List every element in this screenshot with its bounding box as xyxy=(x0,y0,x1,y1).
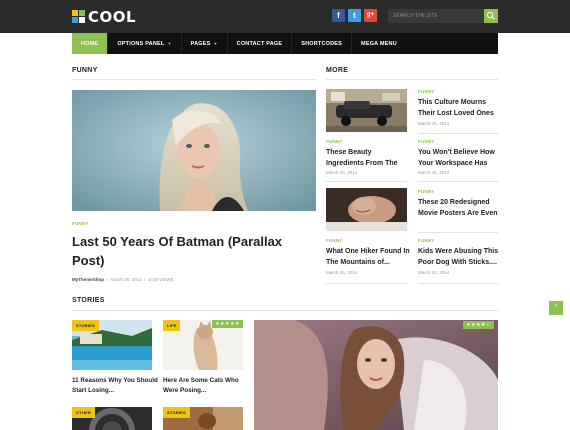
search-button[interactable] xyxy=(484,9,498,23)
facebook-icon[interactable]: f xyxy=(332,9,345,22)
nav-home[interactable]: HOME xyxy=(72,33,109,54)
post-date: March 26, 2014 xyxy=(110,277,142,282)
divider xyxy=(326,79,498,80)
site-logo[interactable]: COOL xyxy=(72,7,137,26)
nav-mega-menu-label: MEGA MENU xyxy=(361,40,397,47)
main-nav: HOME OPTIONS PANEL ▼ PAGES ▼ CONTACT PAGE … xyxy=(72,33,498,54)
meta-separator: / xyxy=(144,277,146,282)
story-tag[interactable]: STORIES xyxy=(72,320,99,331)
nav-home-label: HOME xyxy=(81,40,99,47)
divider xyxy=(418,232,498,233)
nav-pages[interactable]: PAGES ▼ xyxy=(182,33,228,54)
post-title[interactable]: You Won't Believe How Your Workspace Has xyxy=(418,147,502,169)
post-date: March 26, 2014 xyxy=(418,121,450,126)
rating-stars: ★★★★☆ xyxy=(463,321,494,329)
category-label[interactable]: FUNNY xyxy=(418,139,435,144)
divider xyxy=(72,79,316,80)
back-to-top-button[interactable]: ^ xyxy=(549,301,563,315)
featured-story-image[interactable]: ★★★★☆ xyxy=(254,320,498,430)
story-title[interactable]: Here Are Some Cats Who Were Posing... xyxy=(163,376,249,396)
search-input[interactable] xyxy=(388,9,484,23)
car-photo xyxy=(326,89,407,132)
post-author[interactable]: MyThemeShop xyxy=(72,277,104,282)
post-meta: MyThemeShop / March 26, 2014 / 4726 VIEW… xyxy=(72,277,174,282)
search-icon xyxy=(486,11,495,20)
google-plus-icon[interactable]: g+ xyxy=(364,9,377,22)
post-title[interactable]: What One Hiker Found In The Mountains of… xyxy=(326,246,410,268)
section-title-funny: FUNNY xyxy=(72,67,98,74)
divider xyxy=(418,133,498,134)
divider xyxy=(326,181,407,182)
section-title-more: MORE xyxy=(326,67,349,74)
nav-contact-page[interactable]: CONTACT PAGE xyxy=(228,33,293,54)
divider xyxy=(72,310,498,311)
hero-image[interactable] xyxy=(72,90,316,211)
story-thumbnail[interactable]: STORIES xyxy=(163,407,243,430)
post-date: March 26, 2014 xyxy=(418,270,450,275)
chevron-down-icon: ▼ xyxy=(167,41,172,46)
rating-stars: ★★★★★ xyxy=(212,320,243,328)
category-label[interactable]: FUNNY xyxy=(418,89,435,94)
post-date: March 26, 2014 xyxy=(418,170,450,175)
baby-photo xyxy=(326,188,407,231)
story-thumbnail[interactable]: OTHER xyxy=(72,407,152,430)
post-title[interactable]: This Culture Mourns Their Lost Loved One… xyxy=(418,97,502,119)
post-title[interactable]: These 20 Redesigned Movie Posters Are Ev… xyxy=(418,197,502,219)
nav-pages-label: PAGES xyxy=(190,40,211,47)
logo-text: COOL xyxy=(88,7,137,26)
divider xyxy=(418,283,498,284)
category-label[interactable]: FUNNY xyxy=(326,139,343,144)
post-date: March 26, 2014 xyxy=(326,170,358,175)
featured-photo xyxy=(254,320,498,430)
story-tag[interactable]: OTHER xyxy=(72,407,95,418)
chevron-down-icon: ▼ xyxy=(213,41,218,46)
hero-post-title[interactable]: Last 50 Years Of Batman (Parallax Post) xyxy=(72,232,316,270)
story-tag[interactable]: LIFE xyxy=(163,320,181,331)
hero-photo xyxy=(72,90,316,211)
post-views: 4726 VIEWS xyxy=(147,277,174,282)
post-title[interactable]: Kids Were Abusing This Poor Dog With Sti… xyxy=(418,246,502,268)
meta-separator: / xyxy=(106,277,108,282)
post-thumbnail[interactable] xyxy=(326,89,407,132)
post-date: March 26, 2014 xyxy=(326,270,358,275)
twitter-icon[interactable]: t xyxy=(348,9,361,22)
section-title-stories: STORIES xyxy=(72,297,105,304)
divider xyxy=(418,181,498,182)
nav-options-panel-label: OPTIONS PANEL xyxy=(117,40,165,47)
story-title[interactable]: 11 Reasons Why You Should Start Losing..… xyxy=(72,376,158,396)
story-tag[interactable]: STORIES xyxy=(163,407,190,418)
arrow-up-icon: ^ xyxy=(554,304,558,311)
nav-mega-menu[interactable]: MEGA MENU xyxy=(352,33,406,54)
logo-mark-icon xyxy=(72,10,85,23)
category-label[interactable]: FUNNY xyxy=(418,238,435,243)
story-thumbnail[interactable]: STORIES xyxy=(72,320,152,370)
category-label[interactable]: FUNNY xyxy=(326,238,343,243)
post-title[interactable]: These Beauty Ingredients From The xyxy=(326,147,410,169)
story-thumbnail[interactable]: LIFE ★★★★★ xyxy=(163,320,243,370)
search-form xyxy=(388,9,498,23)
category-label[interactable]: FUNNY xyxy=(418,189,435,194)
post-thumbnail[interactable] xyxy=(326,188,407,231)
nav-shortcodes-label: SHORTCODES xyxy=(301,40,343,47)
category-label[interactable]: FUNNY xyxy=(72,221,89,226)
nav-options-panel[interactable]: OPTIONS PANEL ▼ xyxy=(108,33,182,54)
nav-contact-page-label: CONTACT PAGE xyxy=(236,40,283,47)
nav-shortcodes[interactable]: SHORTCODES xyxy=(292,33,353,54)
divider xyxy=(326,283,407,284)
